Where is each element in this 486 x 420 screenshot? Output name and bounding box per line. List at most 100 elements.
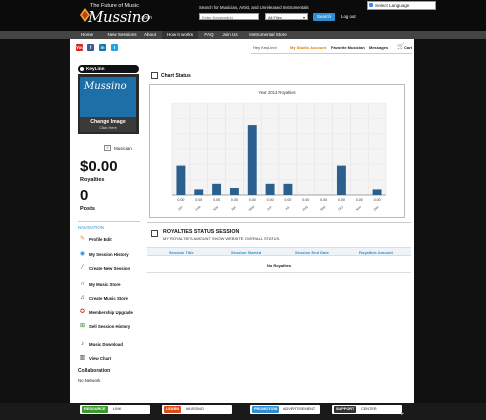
footer-label: LINK bbox=[113, 407, 122, 411]
google-translate-icon bbox=[369, 3, 373, 7]
logout-link[interactable]: Log out bbox=[341, 14, 356, 19]
data-label: 0.00 bbox=[284, 198, 291, 202]
chart-bar bbox=[212, 183, 222, 195]
sidebar-item-label: Sell Session History bbox=[89, 324, 131, 329]
messages-link[interactable]: Messages bbox=[369, 45, 388, 50]
royalties-chart: Year 2013 Royalties 0.00 Jan 0.00 Feb 0.00 Mar… bbox=[171, 90, 387, 212]
footer-support-link[interactable]: SUPPORT CENTER bbox=[332, 405, 402, 414]
column-header[interactable]: Royalties Amount bbox=[359, 250, 393, 255]
chart-bar bbox=[372, 189, 382, 195]
chart-status-title: Chart Status bbox=[161, 73, 191, 79]
divider bbox=[147, 222, 411, 223]
data-label: 0.00 bbox=[320, 198, 327, 202]
nav-how-it-works[interactable]: How it works bbox=[162, 31, 198, 39]
nav-home[interactable]: Home bbox=[74, 31, 100, 39]
logo-suffix: .com bbox=[140, 15, 152, 21]
x-tick-label: Jun bbox=[266, 205, 273, 212]
data-label: 0.00 bbox=[249, 198, 256, 202]
footer-label: MUSSINO bbox=[186, 407, 204, 411]
chevron-down-icon: ▾ bbox=[302, 15, 305, 20]
column-header[interactable]: Session End Date bbox=[295, 250, 329, 255]
nav-faq[interactable]: FAQ bbox=[199, 31, 219, 39]
data-label: 0.00 bbox=[356, 198, 363, 202]
chart-icon bbox=[151, 230, 158, 237]
search-scope-select[interactable]: All Files ▾ bbox=[265, 13, 308, 20]
chart-bar bbox=[176, 165, 186, 195]
data-label: 0.00 bbox=[213, 198, 220, 202]
nav-instrumental-store[interactable]: Instrumental Store bbox=[244, 31, 292, 39]
empty-table-message: No Royalties bbox=[266, 263, 292, 268]
footer-tag: SUPPORT bbox=[334, 406, 357, 413]
data-label: 0.00 bbox=[195, 198, 202, 202]
headphones-icon: ∩ bbox=[80, 281, 85, 287]
footer-resource-link[interactable]: RESOURCE LINK bbox=[80, 405, 150, 414]
footer-label: CENTER bbox=[361, 407, 377, 411]
site-footer bbox=[0, 403, 486, 420]
data-label: 0.00 bbox=[302, 198, 309, 202]
x-tick-label: Jul bbox=[284, 205, 290, 211]
chart-title: Year 2013 Royalties bbox=[258, 90, 295, 95]
search-input[interactable]: Enter Keyword(s) bbox=[199, 13, 259, 20]
footer-learn-link[interactable]: LEARN MUSSINO bbox=[162, 405, 232, 414]
divider bbox=[147, 272, 411, 273]
sidebar-item-label: Membership Upgrade bbox=[89, 310, 133, 315]
posts-label: Posts bbox=[80, 206, 95, 212]
column-header[interactable]: Session Started bbox=[231, 250, 261, 255]
footer-tag: LEARN bbox=[164, 406, 182, 413]
search-scope-label: All Files bbox=[268, 15, 283, 20]
medal-icon: ✪ bbox=[79, 309, 86, 315]
footer-promotion-link[interactable]: PROMOTION ADVERTISEMENT bbox=[250, 405, 320, 414]
chart-icon bbox=[151, 72, 158, 79]
royalties-label: Royalties bbox=[80, 177, 105, 183]
user-role: Musician bbox=[114, 146, 132, 151]
navigation-heading: NAVIGATION bbox=[78, 225, 104, 230]
chart-bar bbox=[336, 165, 346, 195]
main-nav: Home New Sessions About How it works FAQ… bbox=[0, 31, 486, 39]
search-caption: Search for Musician, Artist, and Unrelea… bbox=[199, 5, 309, 10]
x-tick-label: Nov bbox=[355, 205, 362, 212]
data-label: 0.00 bbox=[338, 198, 345, 202]
wand-icon: ⁄ bbox=[81, 265, 83, 271]
cart-icon[interactable]: 🛒 bbox=[397, 44, 404, 50]
globe-icon: ◉ bbox=[79, 251, 86, 257]
online-status-icon bbox=[80, 67, 84, 71]
sidebar-item-label: My Music Store bbox=[89, 282, 121, 287]
nav-new-sessions[interactable]: New Sessions bbox=[104, 31, 140, 39]
click-here-link[interactable]: Click Here bbox=[80, 126, 136, 130]
x-tick-label: Oct bbox=[337, 205, 344, 212]
divider bbox=[78, 221, 140, 222]
linkedin-icon[interactable]: in bbox=[99, 44, 106, 51]
nav-join-us[interactable]: Join Us bbox=[218, 31, 242, 39]
chart-bar bbox=[283, 183, 293, 195]
data-label: 0.00 bbox=[231, 198, 238, 202]
sidebar-item-label: Music Download bbox=[89, 342, 123, 347]
sidebar-item-label: Create New Session bbox=[89, 266, 131, 271]
nav-about[interactable]: About bbox=[140, 31, 160, 39]
music-icon: ♪ bbox=[81, 341, 84, 347]
favorite-musician-link[interactable]: Favorite Musician bbox=[331, 45, 365, 50]
collaboration-heading: Collaboration bbox=[78, 368, 111, 374]
scroll-arrow-icon[interactable]: ▸ bbox=[401, 410, 409, 418]
search-button[interactable]: Search bbox=[313, 13, 335, 21]
greeting-text: Hey KeyLinn! bbox=[253, 45, 277, 50]
royalties-value: $0.00 bbox=[80, 158, 118, 175]
sidebar-item-label: Profile Edit bbox=[89, 237, 112, 242]
cart-link[interactable]: Cart bbox=[404, 45, 412, 50]
language-select[interactable]: Select Language bbox=[367, 1, 436, 10]
x-tick-label: Feb bbox=[195, 205, 202, 212]
collaboration-value: No Network bbox=[78, 378, 101, 383]
twitter-icon[interactable]: t bbox=[111, 44, 118, 51]
data-label: 0.00 bbox=[177, 198, 184, 202]
sidebar-item-label: Create Music Store bbox=[89, 296, 128, 301]
studio-account-link[interactable]: My Studio Account bbox=[290, 45, 326, 50]
footer-label: ADVERTISEMENT bbox=[283, 407, 316, 411]
royalties-status-subtitle: MY ROYALTIE'S AMOUNT SHOW WEBSITE OVERAL… bbox=[163, 236, 281, 241]
x-tick-label: Apr bbox=[230, 204, 237, 211]
change-image-button[interactable]: Change Image bbox=[80, 119, 136, 125]
x-tick-label: Aug bbox=[301, 205, 308, 212]
column-header[interactable]: Session Title bbox=[169, 250, 194, 255]
x-tick-label: May bbox=[248, 204, 256, 212]
chart-bar bbox=[247, 125, 257, 195]
facebook-icon[interactable]: f bbox=[87, 44, 94, 51]
youtube-icon[interactable]: You bbox=[76, 44, 84, 51]
